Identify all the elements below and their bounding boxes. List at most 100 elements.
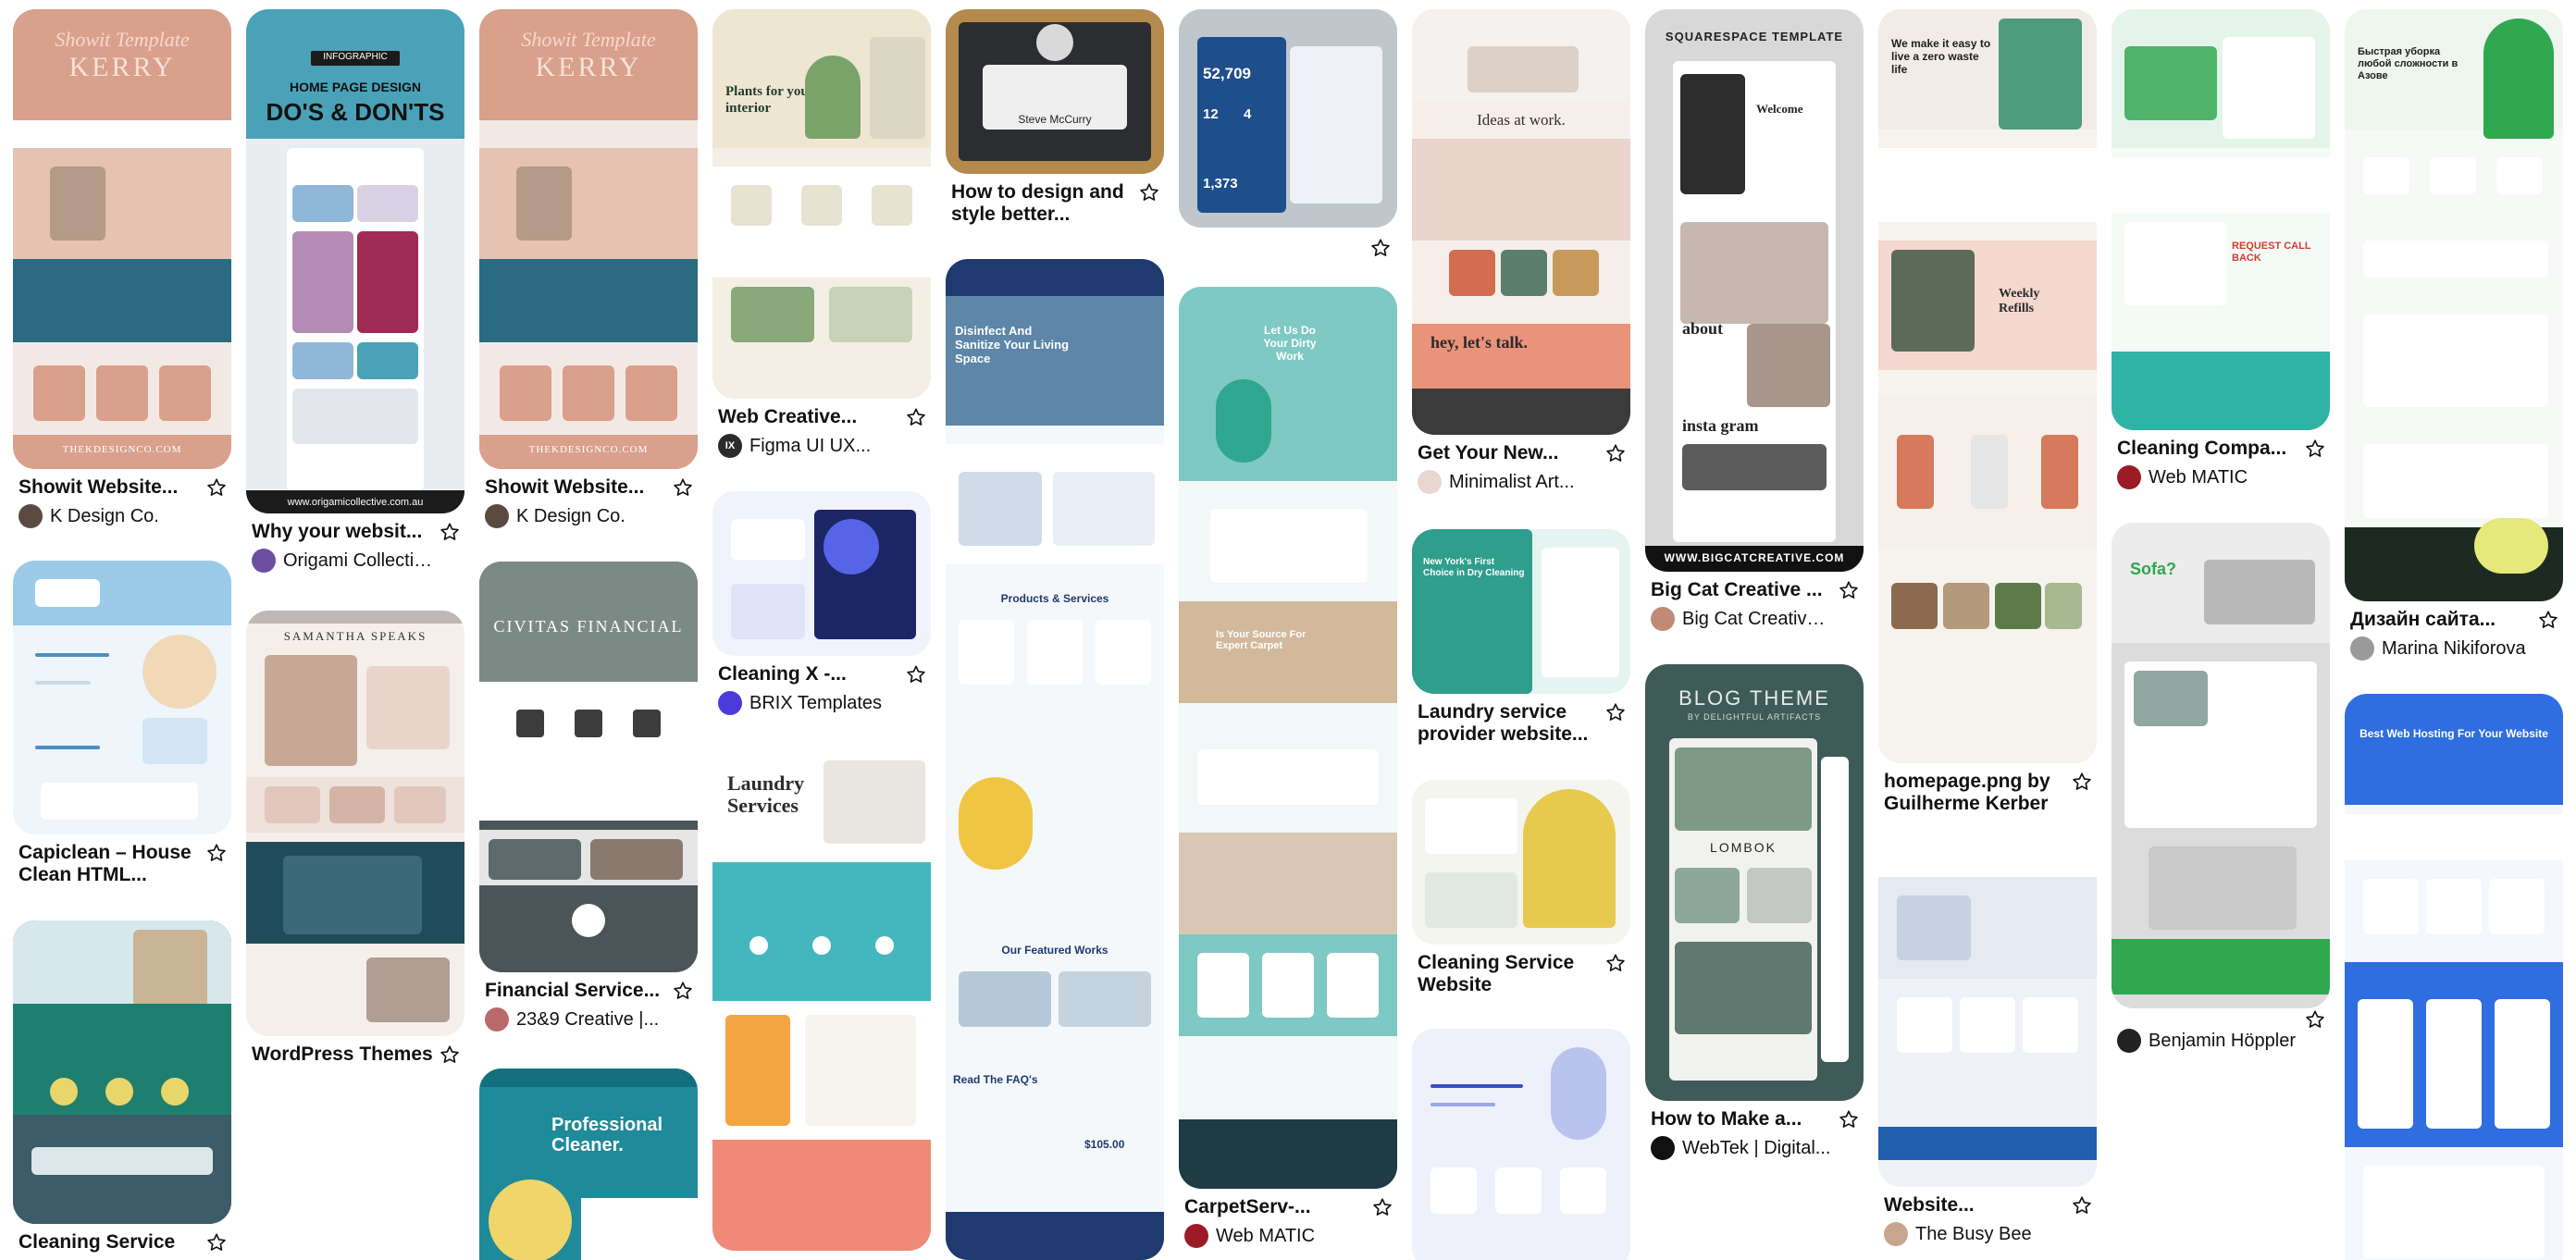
pin-image[interactable]: 52,709 12 4 1,373 <box>1179 9 1397 228</box>
pin-image[interactable]: We make it easy to live a zero waste lif… <box>1878 9 2097 763</box>
pin-title[interactable]: Get Your New... <box>1418 442 1599 464</box>
pin-image[interactable]: SQUARESPACE TEMPLATE Welcome about insta… <box>1645 9 1864 572</box>
pin-title[interactable]: Showit Website... <box>485 476 666 499</box>
pin-author[interactable]: Web MATIC <box>2117 465 2298 489</box>
save-pin-button[interactable] <box>204 840 229 866</box>
pin-card[interactable]: New York's First Choice in Dry Cleaning … <box>1412 529 1630 746</box>
save-pin-button[interactable] <box>437 519 463 545</box>
pin-image[interactable]: Sofa? <box>2112 523 2330 1008</box>
save-pin-button[interactable] <box>2302 436 2328 462</box>
save-pin-button[interactable] <box>1603 440 1629 466</box>
pin-card[interactable]: SAMANTHA SPEAKS WordPress Themes <box>246 611 464 1066</box>
pin-title[interactable]: Дизайн сайта... <box>2350 609 2532 631</box>
pin-card[interactable]: Ideas at work. hey, let's talk. Get Your… <box>1412 9 1630 494</box>
pin-author[interactable]: Minimalist Art... <box>1418 470 1599 494</box>
pin-image[interactable]: Ideas at work. hey, let's talk. <box>1412 9 1630 435</box>
pin-card[interactable]: We make it easy to live a zero waste lif… <box>1878 9 2097 815</box>
pin-image[interactable]: Best Web Hosting For Your Website <box>2345 694 2563 1260</box>
pin-card[interactable]: 52,709 12 4 1,373 <box>1179 9 1397 256</box>
save-pin-button[interactable] <box>1368 235 1393 261</box>
pin-image[interactable]: New York's First Choice in Dry Cleaning <box>1412 529 1630 694</box>
pin-image[interactable] <box>712 491 931 656</box>
pin-image[interactable] <box>13 561 231 834</box>
pin-title[interactable]: CarpetServ-... <box>1184 1196 1366 1218</box>
pin-title[interactable]: Website... <box>1884 1194 2065 1217</box>
pin-card[interactable]: Cleaning Service <box>13 920 231 1254</box>
save-pin-button[interactable] <box>2069 1192 2095 1218</box>
pin-image[interactable]: CIVITAS FINANCIAL <box>479 562 698 972</box>
pin-image[interactable]: SAMANTHA SPEAKS <box>246 611 464 1036</box>
save-pin-button[interactable] <box>2069 769 2095 795</box>
pin-title[interactable]: Why your websit... <box>252 521 433 543</box>
pin-author[interactable]: K Design Co. <box>19 504 200 528</box>
pin-card[interactable]: Cleaning X -... BRIX Templates <box>712 491 931 715</box>
pin-author[interactable]: The Busy Bee <box>1884 1222 2065 1246</box>
save-pin-button[interactable] <box>1136 179 1162 205</box>
save-pin-button[interactable] <box>1369 1194 1395 1220</box>
save-pin-button[interactable] <box>670 475 696 500</box>
pin-card[interactable]: Showit Template KERRY THEKDESIGNCO.COM S… <box>479 9 698 528</box>
save-pin-button[interactable] <box>1603 950 1629 976</box>
pin-title[interactable]: How to design and style better... <box>951 181 1133 226</box>
pin-title[interactable]: Laundry service provider website... <box>1418 701 1599 746</box>
save-pin-button[interactable] <box>204 1229 229 1255</box>
pin-author[interactable]: BRIX Templates <box>718 691 899 715</box>
save-pin-button[interactable] <box>670 978 696 1004</box>
pin-card[interactable]: BLOG THEME BY DELIGHTFUL ARTIFACTS LOMBO… <box>1645 664 1864 1160</box>
save-pin-button[interactable] <box>903 404 929 430</box>
pin-image[interactable]: BLOG THEME BY DELIGHTFUL ARTIFACTS LOMBO… <box>1645 664 1864 1101</box>
pin-author[interactable]: Origami Collectiv... <box>252 549 433 573</box>
pin-image[interactable] <box>1412 1029 1630 1260</box>
pin-image[interactable]: Disinfect And Sanitize Your Living Space… <box>946 259 1164 1260</box>
pin-image[interactable]: Быстрая уборка любой сложности в Азове <box>2345 9 2563 601</box>
pin-title[interactable]: How to Make a... <box>1651 1108 1832 1130</box>
pin-image[interactable]: REQUEST CALL BACK <box>2112 9 2330 430</box>
pin-author[interactable]: 23&9 Creative |... <box>485 1007 666 1031</box>
pin-card[interactable]: Let Us Do Your Dirty Work Is Your Source… <box>1179 287 1397 1248</box>
pin-image[interactable]: Professional Cleaner. <box>479 1069 698 1260</box>
pin-card[interactable] <box>1412 1029 1630 1260</box>
save-pin-button[interactable] <box>204 475 229 500</box>
pin-image[interactable] <box>1878 849 2097 1187</box>
pin-card[interactable]: Steve McCurry How to design and style be… <box>946 9 1164 226</box>
pin-title[interactable]: homepage.png by Guilherme Kerber <box>1884 771 2065 815</box>
pin-card[interactable]: Быстрая уборка любой сложности в Азове Д… <box>2345 9 2563 661</box>
pin-card[interactable]: Sofa? Benjamin Höppler <box>2112 523 2330 1053</box>
pin-author[interactable]: Big Cat Creative ... <box>1651 607 1832 631</box>
pin-title[interactable]: WordPress Themes <box>252 1044 433 1066</box>
pin-author[interactable]: Benjamin Höppler <box>2117 1029 2298 1053</box>
save-pin-button[interactable] <box>1836 577 1862 603</box>
pin-title[interactable]: Big Cat Creative ... <box>1651 579 1832 601</box>
pin-card[interactable]: CIVITAS FINANCIAL Financial Service... 2… <box>479 562 698 1031</box>
pin-card[interactable]: Website... The Busy Bee <box>1878 849 2097 1246</box>
pin-card[interactable]: Capiclean – House Clean HTML... <box>13 561 231 886</box>
pin-title[interactable]: Cleaning Service <box>19 1231 200 1254</box>
pin-image[interactable] <box>1412 780 1630 945</box>
pin-title[interactable]: Capiclean – House Clean HTML... <box>19 842 200 886</box>
pin-author[interactable]: Marina Nikiforova <box>2350 636 2532 661</box>
pin-card[interactable]: SQUARESPACE TEMPLATE Welcome about insta… <box>1645 9 1864 631</box>
pin-card[interactable]: Cleaning Service Website <box>1412 780 1630 996</box>
pin-title[interactable]: Cleaning Service Website <box>1418 952 1599 996</box>
pin-image[interactable]: INFOGRAPHIC HOME PAGE DESIGN DO'S & DON'… <box>246 9 464 513</box>
pin-title[interactable]: Cleaning Compa... <box>2117 438 2298 460</box>
pin-title[interactable]: Cleaning X -... <box>718 663 899 686</box>
pin-image[interactable]: Laundry Services <box>712 751 931 1251</box>
pin-author[interactable]: IX Figma UI UX... <box>718 434 899 458</box>
pin-image[interactable]: Steve McCurry <box>946 9 1164 174</box>
pin-card[interactable]: Professional Cleaner. <box>479 1069 698 1260</box>
pin-author[interactable]: WebTek | Digital... <box>1651 1136 1832 1160</box>
pin-card[interactable]: INFOGRAPHIC HOME PAGE DESIGN DO'S & DON'… <box>246 9 464 573</box>
pin-card[interactable]: Showit Template KERRY THEKDESIGNCO.COM S… <box>13 9 231 528</box>
pin-title[interactable]: Showit Website... <box>19 476 200 499</box>
save-pin-button[interactable] <box>903 661 929 687</box>
pin-author[interactable]: Web MATIC <box>1184 1224 1366 1248</box>
save-pin-button[interactable] <box>1603 699 1629 725</box>
pin-card[interactable]: REQUEST CALL BACK Cleaning Compa... Web … <box>2112 9 2330 489</box>
pin-card[interactable]: Laundry Services <box>712 751 931 1251</box>
pin-card[interactable]: Best Web Hosting For Your Website <box>2345 694 2563 1260</box>
pin-image[interactable]: Showit Template KERRY THEKDESIGNCO.COM <box>13 9 231 469</box>
pin-image[interactable]: Let Us Do Your Dirty Work Is Your Source… <box>1179 287 1397 1189</box>
save-pin-button[interactable] <box>1836 1106 1862 1132</box>
pin-author[interactable]: K Design Co. <box>485 504 666 528</box>
